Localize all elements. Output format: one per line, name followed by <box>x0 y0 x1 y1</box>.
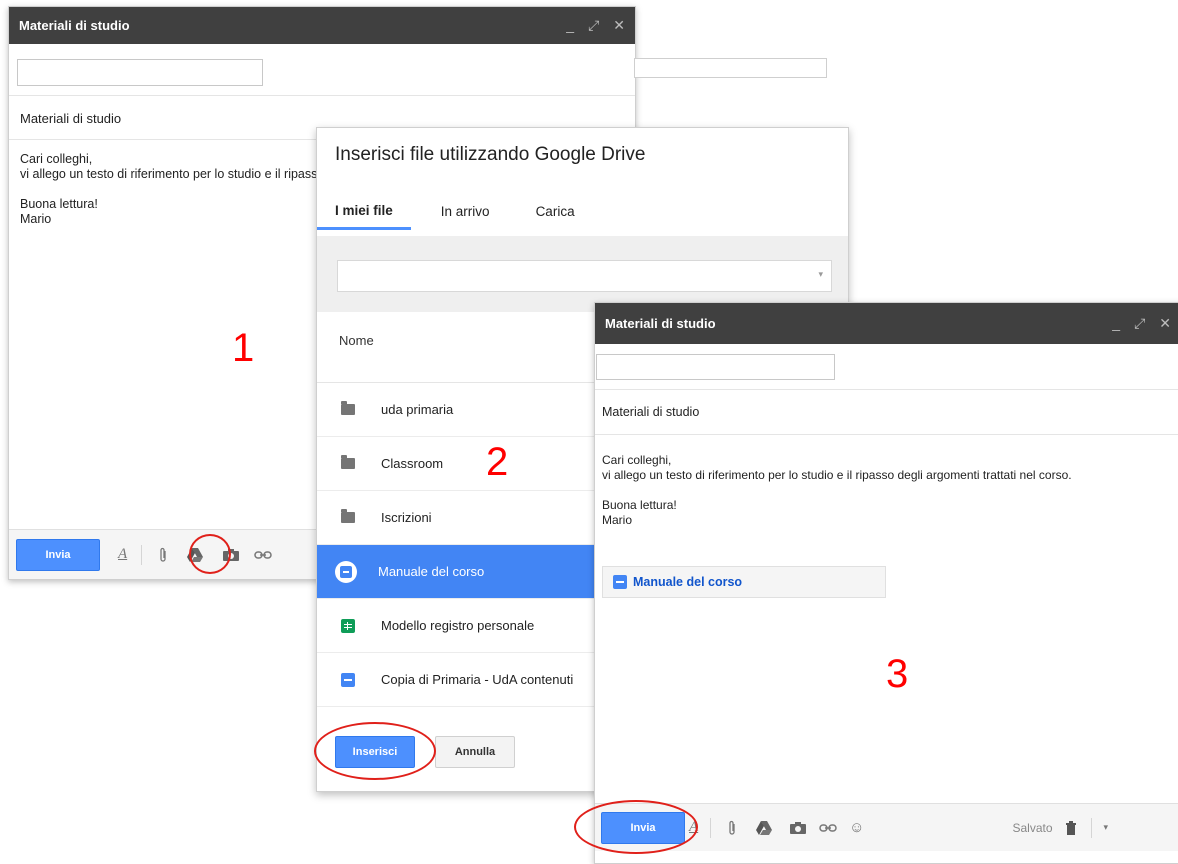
step-number-1: 1 <box>232 326 255 370</box>
tab-my-files[interactable]: I miei file <box>317 193 411 230</box>
close-icon[interactable]: ✕ <box>1159 315 1171 332</box>
compose-title: Materiali di studio <box>605 316 716 331</box>
attach-file-icon[interactable] <box>158 547 168 563</box>
close-icon[interactable]: ✕ <box>613 17 625 34</box>
send-button[interactable]: Invia <box>16 538 100 571</box>
doc-icon <box>335 560 357 583</box>
doc-icon <box>341 672 355 687</box>
list-item-label: Iscrizioni <box>381 510 432 525</box>
expand-icon[interactable]: ⤢ <box>1134 315 1145 332</box>
tab-upload[interactable]: Carica <box>518 193 593 230</box>
minimize-icon[interactable]: _ <box>566 17 574 34</box>
highlight-drive-icon <box>189 534 231 574</box>
list-item-label: Classroom <box>381 456 444 471</box>
step-number-3: 3 <box>886 652 909 696</box>
google-drive-icon[interactable] <box>755 820 773 836</box>
subject-field[interactable]: Materiali di studio <box>20 111 121 126</box>
saved-status: Salvato <box>1012 820 1053 835</box>
trash-icon[interactable] <box>1065 820 1077 835</box>
insert-link-icon[interactable] <box>254 550 272 560</box>
subject-field[interactable]: Materiali di studio <box>602 405 699 419</box>
list-item-label: Copia di Primaria - UdA contenuti <box>381 672 574 687</box>
message-body[interactable]: Cari colleghi, vi allego un testo di rif… <box>602 453 1072 528</box>
emoji-icon[interactable]: ☺ <box>849 819 864 836</box>
attachment-label: Manuale del corso <box>633 575 743 589</box>
picker-search-input[interactable]: ▾ <box>337 260 832 292</box>
spreadsheet-icon <box>341 618 355 633</box>
compose-titlebar: Materiali di studio _ ⤢ ✕ <box>595 303 1178 344</box>
camera-icon[interactable] <box>789 821 807 835</box>
highlight-send-button <box>574 800 698 854</box>
compose-title: Materiali di studio <box>19 18 130 33</box>
message-body[interactable]: Cari colleghi, vi allego un testo di rif… <box>20 152 320 227</box>
highlight-insert-button <box>314 722 436 780</box>
minimize-icon[interactable]: _ <box>1112 315 1120 332</box>
attach-file-icon[interactable] <box>727 820 737 836</box>
chevron-down-icon[interactable]: ▾ <box>818 269 823 280</box>
expand-icon[interactable]: ⤢ <box>588 17 599 34</box>
recipients-field[interactable] <box>17 59 263 86</box>
compose-window-3: Materiali di studio _ ⤢ ✕ Materiali di s… <box>594 302 1178 864</box>
folder-icon <box>341 401 355 415</box>
more-options-icon[interactable]: ▾ <box>1104 822 1109 833</box>
folder-icon <box>341 509 355 523</box>
doc-icon <box>613 575 627 589</box>
formatting-icon[interactable]: A <box>118 546 127 563</box>
insert-link-icon[interactable] <box>819 823 837 833</box>
list-item-label: uda primaria <box>381 402 454 417</box>
list-item-label: Modello registro personale <box>381 618 535 633</box>
picker-tabs: I miei file In arrivo Carica <box>317 193 593 230</box>
column-header-name[interactable]: Nome <box>339 333 374 348</box>
folder-icon <box>341 455 355 469</box>
recipients-field[interactable] <box>596 354 835 380</box>
picker-title: Inserisci file utilizzando Google Drive <box>335 144 646 165</box>
tab-incoming[interactable]: In arrivo <box>423 193 508 230</box>
list-item-label: Manuale del corso <box>378 564 485 579</box>
compose-titlebar: Materiali di studio _ ⤢ ✕ <box>9 7 635 44</box>
step-number-2: 2 <box>486 440 509 484</box>
cancel-button[interactable]: Annulla <box>435 736 515 768</box>
attachment-chip[interactable]: Manuale del corso <box>602 566 886 598</box>
